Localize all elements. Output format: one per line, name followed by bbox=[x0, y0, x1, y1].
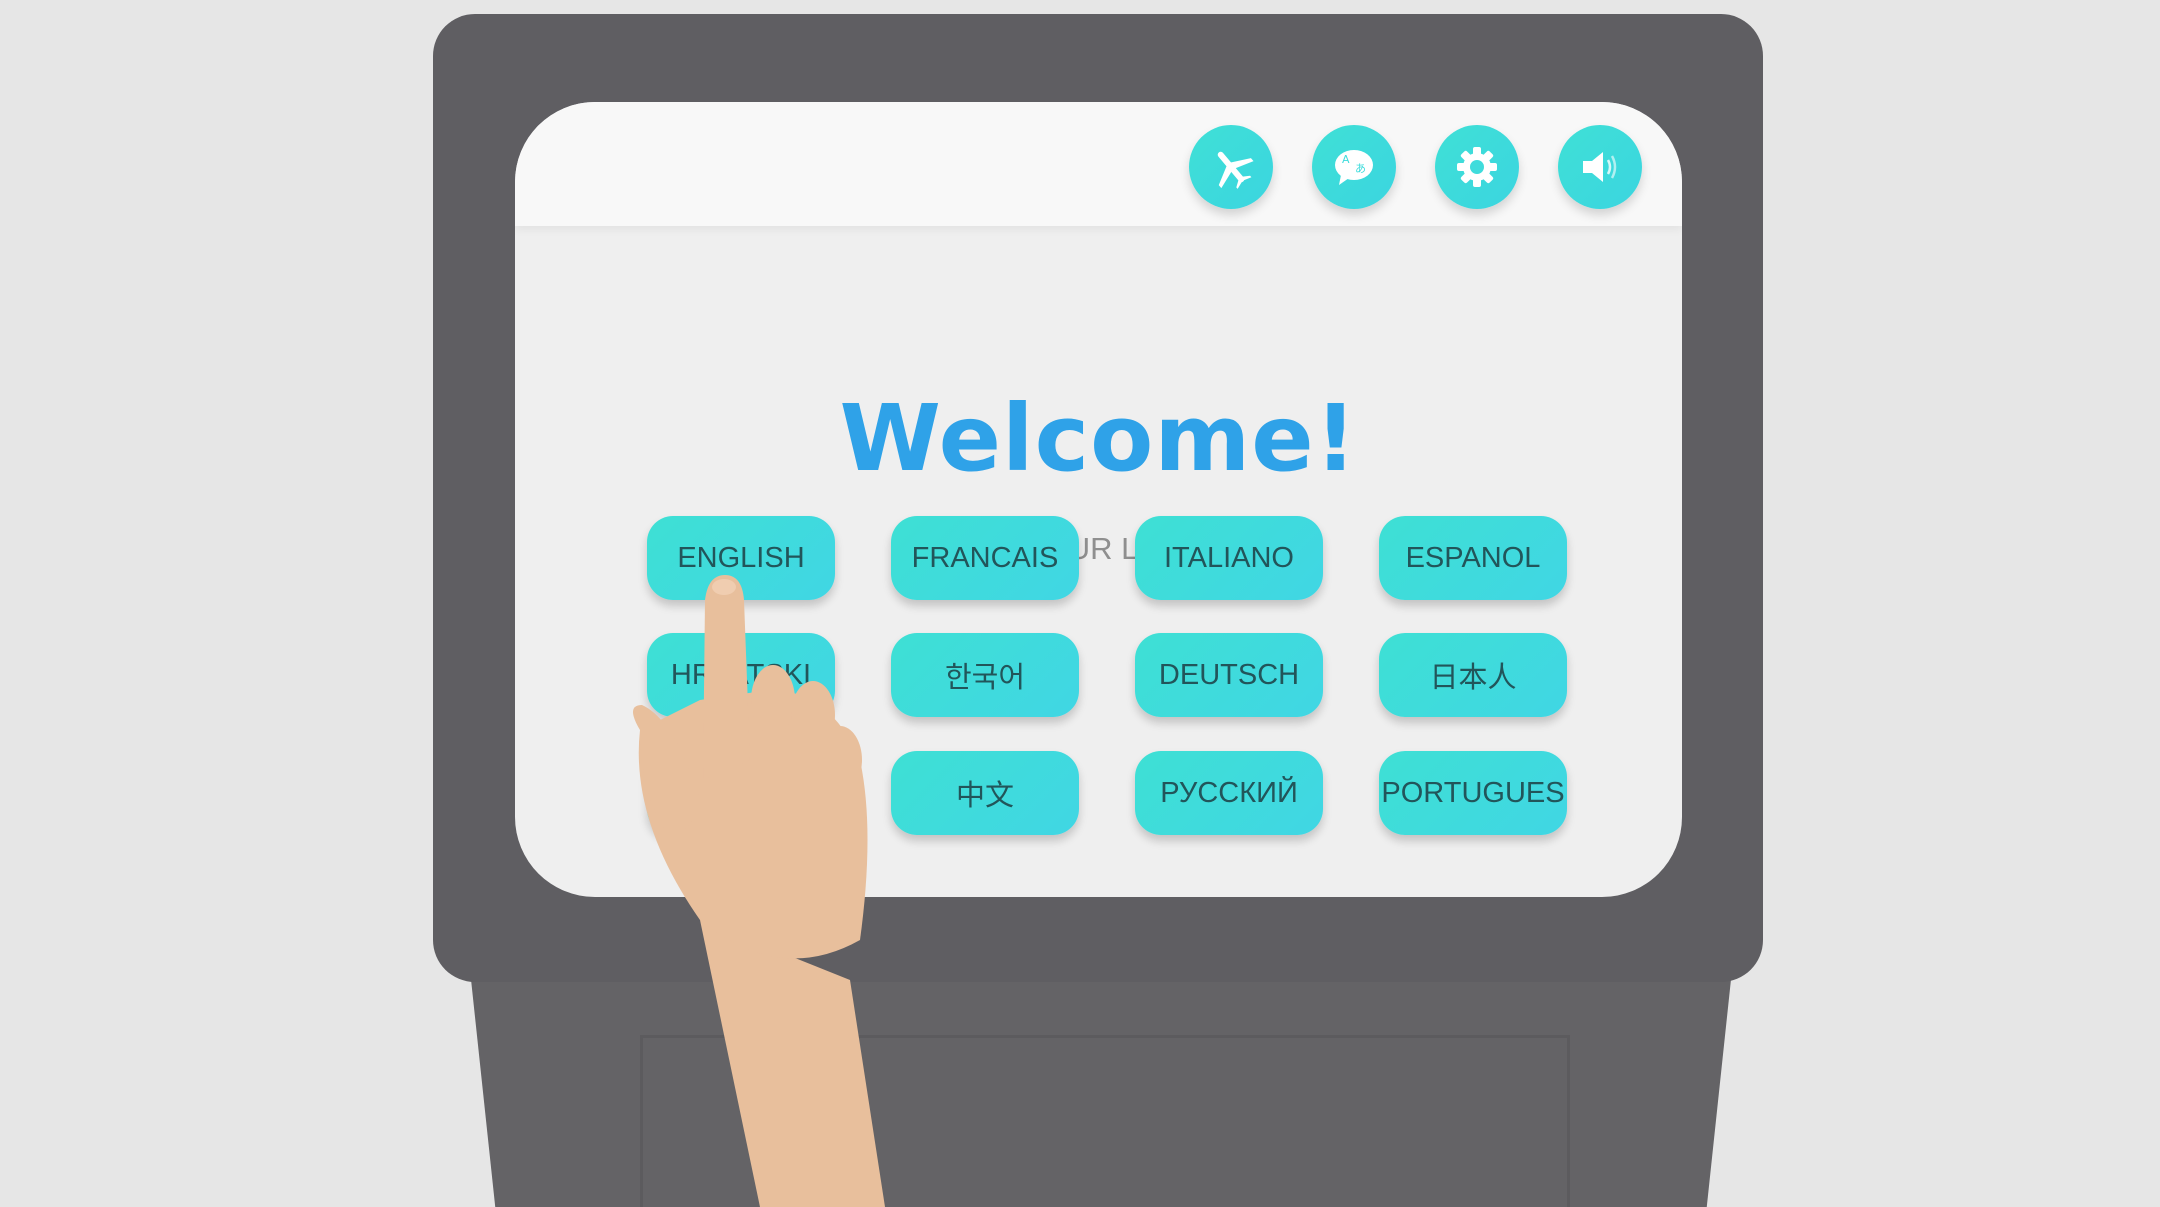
translate-icon-glyph-a: A bbox=[1342, 153, 1350, 166]
language-button-russian[interactable]: РУССКИЙ bbox=[1135, 751, 1323, 835]
kiosk-screen: A あ Welcome! SELECT YOUR LANGUAGE: ENGLI… bbox=[515, 102, 1682, 897]
top-toolbar: A あ bbox=[515, 102, 1682, 226]
language-button-italiano[interactable]: ITALIANO bbox=[1135, 516, 1323, 600]
kiosk-stand-panel bbox=[640, 1035, 1570, 1207]
translate-button[interactable]: A あ bbox=[1312, 125, 1396, 209]
language-button-portugues[interactable]: PORTUGUES bbox=[1379, 751, 1567, 835]
language-button-english[interactable]: ENGLISH bbox=[647, 516, 835, 600]
welcome-title: Welcome! bbox=[839, 385, 1358, 492]
gear-icon bbox=[1457, 147, 1497, 187]
language-button-hidden[interactable] bbox=[647, 751, 835, 835]
language-button-korean[interactable]: 한국어 bbox=[891, 633, 1079, 717]
flight-button[interactable] bbox=[1189, 125, 1273, 209]
volume-button[interactable] bbox=[1558, 125, 1642, 209]
kiosk-scene: A あ Welcome! SELECT YOUR LANGUAGE: ENGLI… bbox=[0, 0, 2160, 1207]
language-button-francais[interactable]: FRANCAIS bbox=[891, 516, 1079, 600]
settings-button[interactable] bbox=[1435, 125, 1519, 209]
language-button-deutsch[interactable]: DEUTSCH bbox=[1135, 633, 1323, 717]
language-button-chinese[interactable]: 中文 bbox=[891, 751, 1079, 835]
language-button-japanese[interactable]: 日本人 bbox=[1379, 633, 1567, 717]
airplane-icon bbox=[1217, 151, 1254, 189]
language-button-espanol[interactable]: ESPANOL bbox=[1379, 516, 1567, 600]
speaker-icon bbox=[1583, 152, 1617, 182]
translate-icon: A あ bbox=[1335, 150, 1373, 185]
language-button-hrvatski[interactable]: HRVATSKI bbox=[647, 633, 835, 717]
translate-icon-glyph-b: あ bbox=[1355, 162, 1366, 175]
